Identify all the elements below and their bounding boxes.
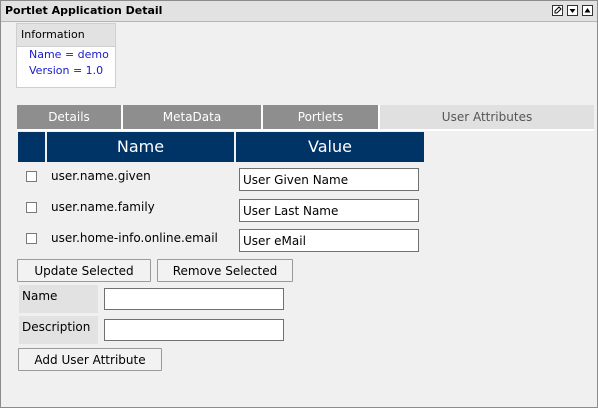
row-checkbox[interactable]	[26, 202, 37, 213]
application-version: Version = 1.0	[29, 64, 104, 77]
grid-header-name: Name	[47, 132, 234, 162]
portlet-titlebar: Portlet Application Detail	[1, 1, 597, 22]
portlet-window: Portlet Application Detail Information N…	[0, 0, 598, 408]
add-user-attribute-button[interactable]: Add User Attribute	[18, 348, 162, 371]
attribute-value-input[interactable]	[239, 229, 419, 252]
row-checkbox[interactable]	[26, 233, 37, 244]
attribute-value-input[interactable]	[239, 199, 419, 222]
attribute-name: user.name.given	[51, 169, 151, 183]
tab-metadata[interactable]: MetaData	[123, 105, 263, 129]
row-checkbox[interactable]	[26, 171, 37, 182]
attribute-name: user.name.family	[51, 200, 155, 214]
tab-user-attributes[interactable]: User Attributes	[380, 105, 594, 129]
information-header: Information	[17, 24, 115, 47]
application-name: Name = demo	[29, 48, 109, 61]
new-name-label: Name	[19, 285, 98, 313]
tab-divider	[17, 129, 594, 131]
attribute-name: user.home-info.online.email	[51, 231, 218, 245]
tab-portlets[interactable]: Portlets	[263, 105, 380, 129]
information-box: Information Name = demo Version = 1.0	[16, 23, 116, 88]
minimize-icon[interactable]	[567, 5, 578, 16]
portlet-title: Portlet Application Detail	[5, 4, 163, 17]
remove-selected-button[interactable]: Remove Selected	[157, 259, 293, 282]
tab-details[interactable]: Details	[17, 105, 123, 129]
attribute-value-input[interactable]	[239, 168, 419, 191]
new-description-input[interactable]	[104, 319, 284, 341]
grid-header-value: Value	[236, 132, 424, 162]
update-selected-button[interactable]: Update Selected	[17, 259, 151, 282]
grid-header-select	[18, 132, 45, 162]
maximize-icon[interactable]	[582, 5, 593, 16]
new-description-label: Description	[19, 316, 98, 344]
edit-icon[interactable]	[552, 5, 563, 16]
new-name-input[interactable]	[104, 288, 284, 310]
